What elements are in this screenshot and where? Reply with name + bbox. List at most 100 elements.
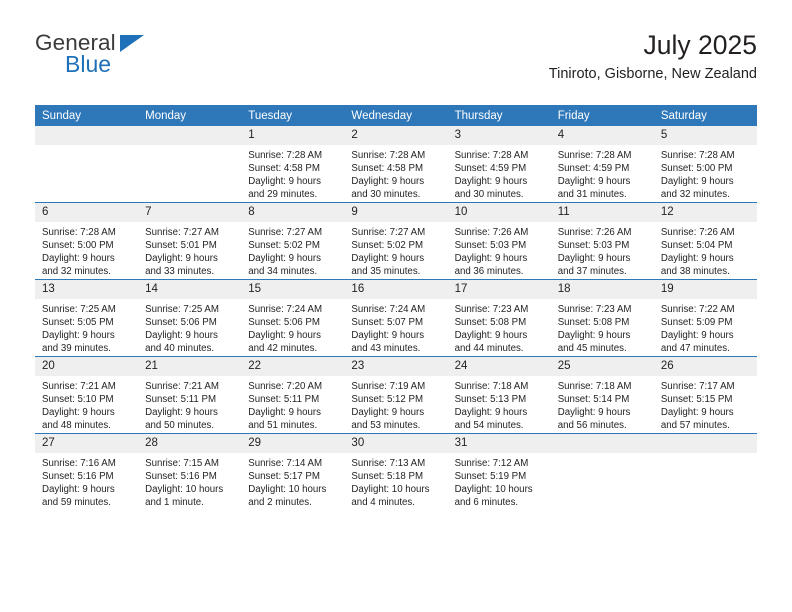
calendar-day-cell-empty <box>35 126 139 203</box>
calendar-day-cell[interactable]: 21 Sunrise: 7:21 AM Sunset: 5:11 PM Dayligh… <box>138 356 242 434</box>
day-sun-info: Sunrise: 7:20 AM Sunset: 5:11 PM Daylight:… <box>241 376 344 432</box>
day-number <box>653 434 757 453</box>
calendar-day-cell[interactable]: 22 Sunrise: 7:20 AM Sunset: 5:11 PM Dayligh… <box>241 356 345 434</box>
daylight-text: Daylight: 10 hours and 4 minutes. <box>351 484 430 509</box>
sunset-text: Sunset: 5:05 PM <box>42 317 114 329</box>
calendar-day-cell[interactable]: 14 Sunrise: 7:25 AM Sunset: 5:06 PM Dayligh… <box>138 279 242 357</box>
sunset-text: Sunset: 4:58 PM <box>248 163 320 175</box>
calendar-day-cell[interactable]: 6 Sunrise: 7:28 AM Sunset: 5:00 PM Daylight… <box>35 202 139 280</box>
day-number: 13 <box>35 280 139 299</box>
weekday-header-sunday: Sunday <box>35 105 139 126</box>
sunrise-text: Sunrise: 7:21 AM <box>42 381 116 392</box>
calendar-day-cell[interactable]: 28 Sunrise: 7:15 AM Sunset: 5:16 PM Dayligh… <box>138 433 242 510</box>
weekday-header-wednesday: Wednesday <box>344 105 448 126</box>
sunrise-text: Sunrise: 7:18 AM <box>454 381 529 392</box>
calendar-day-cell[interactable]: 7 Sunrise: 7:27 AM Sunset: 5:01 PM Daylight… <box>138 202 242 280</box>
calendar-day-cell[interactable]: 5 Sunrise: 7:28 AM Sunset: 5:00 PM Daylight… <box>653 126 757 203</box>
daylight-text: Daylight: 9 hours and 42 minutes. <box>248 330 321 355</box>
sunrise-text: Sunrise: 7:26 AM <box>660 227 735 238</box>
calendar-day-cell[interactable]: 31 Sunrise: 7:12 AM Sunset: 5:19 PM Dayligh… <box>447 433 551 510</box>
sunset-text: Sunset: 5:03 PM <box>454 240 527 252</box>
day-sun-info: Sunrise: 7:21 AM Sunset: 5:11 PM Daylight:… <box>138 376 241 432</box>
sunrise-text: Sunrise: 7:28 AM <box>557 150 632 161</box>
sunset-text: Sunset: 5:01 PM <box>145 240 217 252</box>
calendar-day-cell[interactable]: 17 Sunrise: 7:23 AM Sunset: 5:08 PM Dayligh… <box>447 279 551 357</box>
weekday-header-tuesday: Tuesday <box>241 105 345 126</box>
calendar-day-cell[interactable]: 23 Sunrise: 7:19 AM Sunset: 5:12 PM Dayligh… <box>344 356 448 434</box>
calendar-day-cell[interactable]: 1 Sunrise: 7:28 AM Sunset: 4:58 PM Daylight… <box>241 126 345 203</box>
day-sun-info: Sunrise: 7:26 AM Sunset: 5:03 PM Daylight:… <box>448 222 551 278</box>
day-sun-info: Sunrise: 7:14 AM Sunset: 5:17 PM Daylight:… <box>241 453 344 509</box>
sunset-text: Sunset: 5:08 PM <box>454 317 527 329</box>
daylight-text: Daylight: 9 hours and 56 minutes. <box>557 407 631 432</box>
day-number: 7 <box>138 203 242 222</box>
day-number <box>138 126 242 145</box>
daylight-text: Daylight: 9 hours and 33 minutes. <box>145 253 218 278</box>
calendar-day-cell[interactable]: 11 Sunrise: 7:26 AM Sunset: 5:03 PM Dayligh… <box>550 202 654 280</box>
sunset-text: Sunset: 5:18 PM <box>351 471 424 483</box>
calendar-day-cell[interactable]: 29 Sunrise: 7:14 AM Sunset: 5:17 PM Dayligh… <box>241 433 345 510</box>
day-number: 16 <box>344 280 448 299</box>
daylight-text: Daylight: 9 hours and 29 minutes. <box>248 176 321 201</box>
calendar-day-cell[interactable]: 30 Sunrise: 7:13 AM Sunset: 5:18 PM Dayligh… <box>344 433 448 510</box>
calendar-day-cell[interactable]: 4 Sunrise: 7:28 AM Sunset: 4:59 PM Daylight… <box>550 126 654 203</box>
calendar-day-cell[interactable]: 2 Sunrise: 7:28 AM Sunset: 4:58 PM Daylight… <box>344 126 448 203</box>
sunset-text: Sunset: 5:08 PM <box>557 317 630 329</box>
day-sun-info: Sunrise: 7:13 AM Sunset: 5:18 PM Daylight:… <box>344 453 447 509</box>
daylight-text: Daylight: 9 hours and 51 minutes. <box>248 407 321 432</box>
calendar-day-cell[interactable]: 3 Sunrise: 7:28 AM Sunset: 4:59 PM Daylight… <box>447 126 551 203</box>
day-number: 6 <box>35 203 139 222</box>
day-sun-info: Sunrise: 7:24 AM Sunset: 5:06 PM Daylight:… <box>241 299 344 355</box>
sunrise-text: Sunrise: 7:25 AM <box>145 304 219 315</box>
calendar-day-cell[interactable]: 24 Sunrise: 7:18 AM Sunset: 5:13 PM Dayligh… <box>447 356 551 434</box>
calendar-day-cell[interactable]: 13 Sunrise: 7:25 AM Sunset: 5:05 PM Dayligh… <box>35 279 139 357</box>
sunset-text: Sunset: 5:13 PM <box>454 394 527 406</box>
sunset-text: Sunset: 5:10 PM <box>42 394 114 406</box>
day-number: 8 <box>241 203 345 222</box>
daylight-text: Daylight: 9 hours and 36 minutes. <box>454 253 528 278</box>
sunrise-text: Sunrise: 7:24 AM <box>351 304 426 315</box>
day-sun-info: Sunrise: 7:26 AM Sunset: 5:04 PM Daylight:… <box>654 222 757 278</box>
daylight-text: Daylight: 9 hours and 54 minutes. <box>454 407 528 432</box>
day-sun-info: Sunrise: 7:23 AM Sunset: 5:08 PM Daylight:… <box>551 299 654 355</box>
calendar-day-cell[interactable]: 26 Sunrise: 7:17 AM Sunset: 5:15 PM Dayligh… <box>653 356 757 434</box>
calendar-day-cell[interactable]: 15 Sunrise: 7:24 AM Sunset: 5:06 PM Dayligh… <box>241 279 345 357</box>
calendar-day-cell[interactable]: 19 Sunrise: 7:22 AM Sunset: 5:09 PM Dayligh… <box>653 279 757 357</box>
sunrise-text: Sunrise: 7:25 AM <box>42 304 116 315</box>
sunrise-text: Sunrise: 7:24 AM <box>248 304 323 315</box>
sunrise-text: Sunrise: 7:22 AM <box>660 304 735 315</box>
sunrise-text: Sunrise: 7:26 AM <box>557 227 632 238</box>
daylight-text: Daylight: 9 hours and 32 minutes. <box>660 176 734 201</box>
calendar-day-cell[interactable]: 9 Sunrise: 7:27 AM Sunset: 5:02 PM Daylight… <box>344 202 448 280</box>
sunrise-text: Sunrise: 7:18 AM <box>557 381 632 392</box>
day-sun-info: Sunrise: 7:27 AM Sunset: 5:02 PM Daylight:… <box>241 222 344 278</box>
brand-logo: General Blue <box>35 31 295 90</box>
day-number: 26 <box>653 357 757 376</box>
day-sun-info: Sunrise: 7:22 AM Sunset: 5:09 PM Daylight:… <box>654 299 757 355</box>
calendar-day-cell[interactable]: 8 Sunrise: 7:27 AM Sunset: 5:02 PM Daylight… <box>241 202 345 280</box>
day-sun-info: Sunrise: 7:28 AM Sunset: 5:00 PM Daylight:… <box>654 145 757 201</box>
day-number: 18 <box>550 280 654 299</box>
daylight-text: Daylight: 9 hours and 38 minutes. <box>660 253 734 278</box>
calendar-day-cell-empty <box>653 433 757 510</box>
sunrise-text: Sunrise: 7:20 AM <box>248 381 323 392</box>
day-number: 30 <box>344 434 448 453</box>
calendar-day-cell[interactable]: 16 Sunrise: 7:24 AM Sunset: 5:07 PM Dayligh… <box>344 279 448 357</box>
calendar-week-row: 6 Sunrise: 7:28 AM Sunset: 5:00 PM Daylight… <box>35 202 757 280</box>
calendar-day-cell[interactable]: 27 Sunrise: 7:16 AM Sunset: 5:16 PM Dayligh… <box>35 433 139 510</box>
calendar-day-cell[interactable]: 20 Sunrise: 7:21 AM Sunset: 5:10 PM Dayligh… <box>35 356 139 434</box>
calendar-day-cell[interactable]: 12 Sunrise: 7:26 AM Sunset: 5:04 PM Dayligh… <box>653 202 757 280</box>
day-sun-info: Sunrise: 7:28 AM Sunset: 4:58 PM Daylight:… <box>241 145 344 201</box>
calendar-day-cell[interactable]: 18 Sunrise: 7:23 AM Sunset: 5:08 PM Dayligh… <box>550 279 654 357</box>
day-sun-info: Sunrise: 7:18 AM Sunset: 5:14 PM Daylight:… <box>551 376 654 432</box>
sunset-text: Sunset: 5:15 PM <box>660 394 733 406</box>
calendar-week-row: 27 Sunrise: 7:16 AM Sunset: 5:16 PM Dayligh… <box>35 433 757 510</box>
calendar-day-cell[interactable]: 10 Sunrise: 7:26 AM Sunset: 5:03 PM Dayligh… <box>447 202 551 280</box>
day-number: 22 <box>241 357 345 376</box>
page-header: General Blue July 2025 Tiniroto, Gisborn… <box>35 30 757 96</box>
sunrise-text: Sunrise: 7:27 AM <box>248 227 323 238</box>
sunrise-text: Sunrise: 7:13 AM <box>351 458 426 469</box>
sunrise-text: Sunrise: 7:23 AM <box>557 304 632 315</box>
calendar-day-cell[interactable]: 25 Sunrise: 7:18 AM Sunset: 5:14 PM Dayligh… <box>550 356 654 434</box>
day-number: 10 <box>447 203 551 222</box>
